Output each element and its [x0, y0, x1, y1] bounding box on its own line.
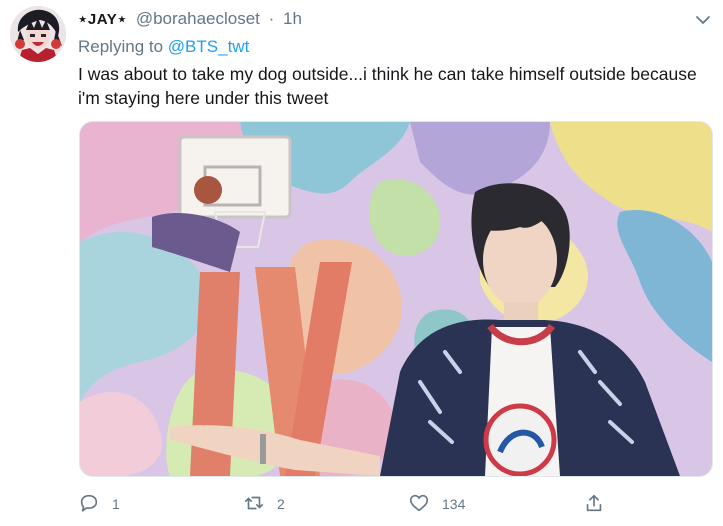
tweet-actions: 1 2 134 [78, 490, 698, 518]
reply-button[interactable]: 1 [78, 490, 120, 518]
tweet-card[interactable]: ⋆JAY⋆ @borahaecloset · 1h Replying to @B… [0, 0, 723, 526]
reply-icon [78, 492, 100, 517]
share-icon [583, 492, 605, 517]
timestamp[interactable]: 1h [283, 9, 302, 28]
chevron-down-icon[interactable] [693, 10, 713, 30]
tweet-header: ⋆JAY⋆ @borahaecloset · 1h [78, 8, 302, 31]
reply-mention-link[interactable]: @BTS_twt [168, 37, 250, 56]
avatar[interactable] [10, 6, 66, 62]
retweet-icon [243, 492, 265, 517]
retweet-count: 2 [277, 496, 285, 512]
replying-to-line: Replying to @BTS_twt [78, 36, 249, 58]
display-name[interactable]: ⋆JAY⋆ [78, 11, 127, 28]
like-button[interactable]: 134 [408, 490, 465, 518]
reply-count: 1 [112, 496, 120, 512]
user-handle[interactable]: @borahaecloset [136, 9, 260, 28]
like-count: 134 [442, 496, 466, 512]
like-icon [408, 492, 430, 517]
tweet-media-image[interactable] [79, 121, 713, 477]
tweet-text: I was about to take my dog outside...i t… [78, 64, 697, 108]
separator-dot: · [268, 9, 275, 28]
share-button[interactable] [583, 490, 605, 518]
retweet-button[interactable]: 2 [243, 490, 285, 518]
replying-to-label: Replying to [78, 37, 164, 56]
